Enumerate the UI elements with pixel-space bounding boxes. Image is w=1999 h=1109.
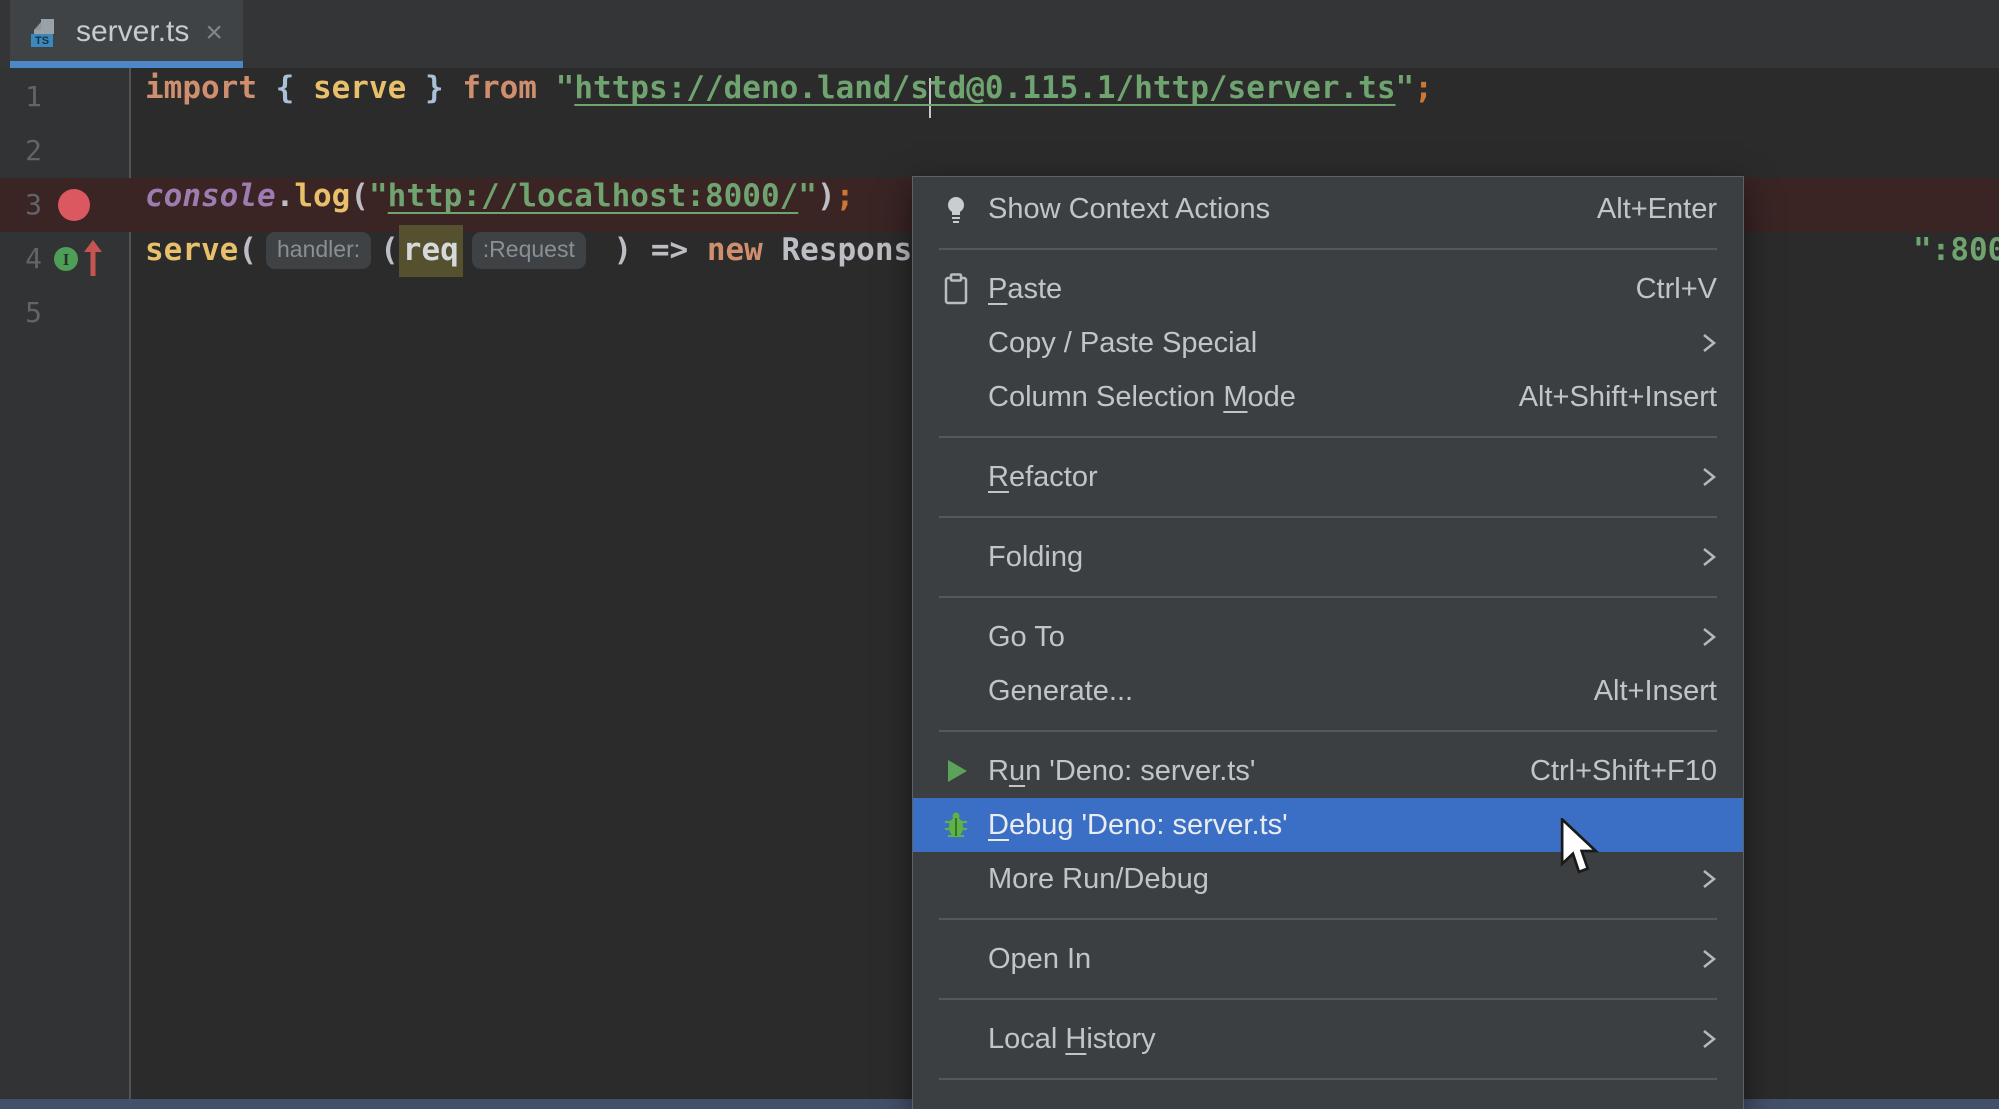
- submenu-arrow-icon: [1701, 945, 1717, 973]
- menu-item-paste[interactable]: Paste Ctrl+V: [913, 262, 1743, 316]
- menu-icon-placeholder: [939, 380, 973, 414]
- typescript-file-icon: TS: [26, 14, 62, 55]
- menu-item-debug-deno-server-ts[interactable]: Debug 'Deno: server.ts': [913, 798, 1743, 852]
- menu-item-label: Debug 'Deno: server.ts': [988, 809, 1288, 842]
- submenu-arrow-icon: [1701, 543, 1717, 571]
- menu-separator: [939, 918, 1717, 920]
- lightbulb-icon: [939, 192, 973, 226]
- editor-tab-bar: TS server.ts ×: [0, 0, 1999, 68]
- menu-shortcut: Alt+Enter: [1597, 193, 1717, 226]
- menu-item-label: Show Context Actions: [988, 193, 1270, 226]
- menu-shortcut: Ctrl+V: [1636, 273, 1717, 306]
- tab-close-icon[interactable]: ×: [205, 18, 223, 48]
- menu-item-show-context-actions[interactable]: Show Context Actions Alt+Enter: [913, 182, 1743, 236]
- menu-item-label: More Run/Debug: [988, 863, 1209, 896]
- menu-item-label: Go To: [988, 621, 1065, 654]
- identifier-highlight: req: [399, 225, 463, 277]
- menu-icon-placeholder: [939, 460, 973, 494]
- menu-item-generate[interactable]: Generate... Alt+Insert: [913, 664, 1743, 718]
- tab-title: server.ts: [76, 15, 189, 49]
- menu-separator: [939, 1078, 1717, 1080]
- submenu-arrow-icon: [1701, 623, 1717, 651]
- menu-item-go-to[interactable]: Go To: [913, 610, 1743, 664]
- menu-icon-placeholder: [939, 540, 973, 574]
- line-number[interactable]: 3: [0, 178, 42, 232]
- submenu-arrow-icon: [1701, 329, 1717, 357]
- inlay-hint: handler:: [266, 232, 371, 269]
- inlay-hint: :Request: [472, 232, 586, 269]
- svg-text:TS: TS: [35, 35, 49, 47]
- menu-item-label: Open In: [988, 943, 1091, 976]
- menu-item-local-history[interactable]: Local History: [913, 1012, 1743, 1066]
- menu-separator: [939, 516, 1717, 518]
- menu-separator: [939, 998, 1717, 1000]
- menu-item-folding[interactable]: Folding: [913, 530, 1743, 584]
- line-number[interactable]: 2: [0, 124, 42, 178]
- clipboard-icon: [939, 272, 973, 306]
- code-line-2[interactable]: [145, 124, 1999, 178]
- menu-item-label: Copy / Paste Special: [988, 327, 1257, 360]
- menu-item-open-in[interactable]: Open In: [913, 932, 1743, 986]
- breakpoint-icon[interactable]: [58, 189, 90, 221]
- code-line-tail: ":8000" });: [1913, 232, 1999, 268]
- menu-item-column-selection-mode[interactable]: Column Selection Mode Alt+Shift+Insert: [913, 370, 1743, 424]
- menu-item-refactor[interactable]: Refactor: [913, 450, 1743, 504]
- run-icon: [939, 754, 973, 788]
- mouse-cursor: [1557, 818, 1605, 885]
- menu-item-more-run-debug[interactable]: More Run/Debug: [913, 852, 1743, 906]
- menu-item-label: Refactor: [988, 461, 1098, 494]
- menu-icon-placeholder: [939, 674, 973, 708]
- menu-item-copy-paste-special[interactable]: Copy / Paste Special: [913, 316, 1743, 370]
- menu-separator: [939, 248, 1717, 250]
- submenu-arrow-icon: [1701, 463, 1717, 491]
- menu-icon-placeholder: [939, 1022, 973, 1056]
- navigate-up-icon[interactable]: [82, 240, 104, 278]
- menu-item-label: Generate...: [988, 675, 1133, 708]
- debug-icon: [939, 808, 973, 842]
- menu-icon-placeholder: [939, 862, 973, 896]
- menu-separator: [939, 730, 1717, 732]
- gutter-icons[interactable]: I: [52, 232, 106, 286]
- menu-item-label: Local History: [988, 1023, 1156, 1056]
- code-line-1[interactable]: import { serve } from "https://deno.land…: [145, 70, 1999, 124]
- submenu-arrow-icon: [1701, 1025, 1717, 1053]
- line-number[interactable]: 5: [0, 286, 42, 340]
- submenu-arrow-icon: [1701, 865, 1717, 893]
- menu-separator: [939, 596, 1717, 598]
- context-menu: Show Context Actions Alt+Enter Paste Ctrl+V…: [912, 176, 1744, 1109]
- menu-item-label: Paste: [988, 273, 1062, 306]
- menu-item-label: Column Selection Mode: [988, 381, 1296, 414]
- menu-item-label: Folding: [988, 541, 1083, 574]
- menu-icon-placeholder: [939, 620, 973, 654]
- editor-tab-server-ts[interactable]: TS server.ts ×: [10, 0, 243, 68]
- menu-shortcut: Ctrl+Shift+F10: [1530, 755, 1717, 788]
- menu-separator: [939, 436, 1717, 438]
- menu-icon-placeholder: [939, 326, 973, 360]
- line-number[interactable]: 1: [0, 70, 42, 124]
- menu-shortcut: Alt+Insert: [1594, 675, 1717, 708]
- menu-item-run-deno-server-ts[interactable]: Run 'Deno: server.ts' Ctrl+Shift+F10: [913, 744, 1743, 798]
- ide-window: TS server.ts × 1 import { serve } from "h…: [0, 0, 1999, 1109]
- menu-icon-placeholder: [939, 942, 973, 976]
- override-marker-icon[interactable]: I: [52, 245, 80, 273]
- svg-text:I: I: [63, 250, 70, 269]
- menu-item-label: Run 'Deno: server.ts': [988, 755, 1255, 788]
- line-number[interactable]: 4: [0, 232, 42, 286]
- menu-shortcut: Alt+Shift+Insert: [1519, 381, 1717, 414]
